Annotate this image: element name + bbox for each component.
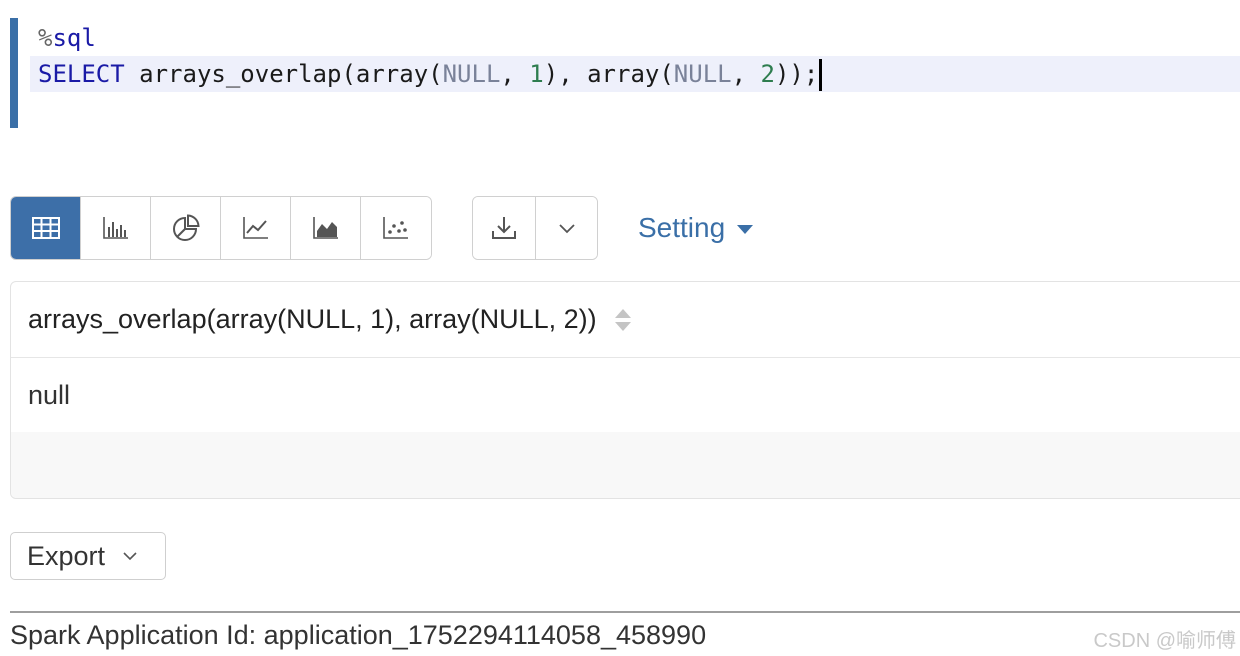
bar-chart-icon xyxy=(102,217,128,239)
code-text: , xyxy=(731,60,761,88)
active-paragraph-indicator xyxy=(10,18,18,128)
code-text: ), array( xyxy=(543,60,674,88)
number-literal: 2 xyxy=(760,60,775,88)
interpreter-magic: sql xyxy=(52,24,96,52)
scatter-chart-button[interactable] xyxy=(361,197,431,259)
number-literal: 1 xyxy=(529,60,544,88)
scatter-chart-icon xyxy=(383,217,408,239)
null-literal: NULL xyxy=(673,60,732,88)
pie-chart-button[interactable] xyxy=(151,197,221,259)
code-line-1[interactable]: %sql xyxy=(38,20,96,56)
table-header[interactable]: arrays_overlap(array(NULL, 1), array(NUL… xyxy=(11,282,1240,358)
code-text: )); xyxy=(774,60,819,88)
bar-chart-button[interactable] xyxy=(81,197,151,259)
code-text: arrays_overlap(array( xyxy=(124,60,443,88)
export-button[interactable]: Export xyxy=(10,532,166,580)
line-chart-button[interactable] xyxy=(221,197,291,259)
table-icon xyxy=(31,217,60,239)
code-text: , xyxy=(500,60,530,88)
table-row: null xyxy=(11,358,1240,432)
keyword-select: SELECT xyxy=(38,60,125,88)
table-empty-row xyxy=(11,432,1240,498)
spark-application-id: Spark Application Id: application_175229… xyxy=(10,620,707,650)
pie-chart-icon xyxy=(172,214,200,241)
column-header: arrays_overlap(array(NULL, 1), array(NUL… xyxy=(28,304,597,334)
text-cursor xyxy=(819,59,823,91)
table-cell: null xyxy=(28,379,71,410)
sort-desc-icon xyxy=(614,321,631,331)
chevron-down-icon xyxy=(123,552,137,561)
caret-down-icon xyxy=(737,224,754,234)
magic-percent: % xyxy=(38,24,53,52)
watermark: CSDN @喻师傅 xyxy=(1093,630,1236,652)
setting-label: Setting xyxy=(638,212,726,243)
download-button[interactable] xyxy=(473,197,535,259)
code-line-2[interactable]: SELECT arrays_overlap(array(NULL, 1), ar… xyxy=(30,56,1240,92)
result-table: arrays_overlap(array(NULL, 1), array(NUL… xyxy=(10,281,1240,499)
setting-toggle[interactable]: Setting xyxy=(638,208,754,248)
table-view-button[interactable] xyxy=(11,197,81,259)
code-editor[interactable]: %sql SELECT arrays_overlap(array(NULL, 1… xyxy=(10,18,1240,128)
area-chart-icon xyxy=(312,217,338,239)
sort-asc-icon xyxy=(614,308,631,318)
line-chart-icon xyxy=(242,217,268,239)
divider xyxy=(10,611,1240,613)
download-toolbar xyxy=(472,196,598,260)
download-icon xyxy=(492,217,516,239)
sort-icon[interactable] xyxy=(614,308,631,331)
download-options-button[interactable] xyxy=(535,197,597,259)
null-literal: NULL xyxy=(442,60,501,88)
area-chart-button[interactable] xyxy=(291,197,361,259)
chevron-down-icon xyxy=(558,224,575,234)
visualization-toolbar xyxy=(10,196,432,260)
export-label: Export xyxy=(27,540,106,571)
